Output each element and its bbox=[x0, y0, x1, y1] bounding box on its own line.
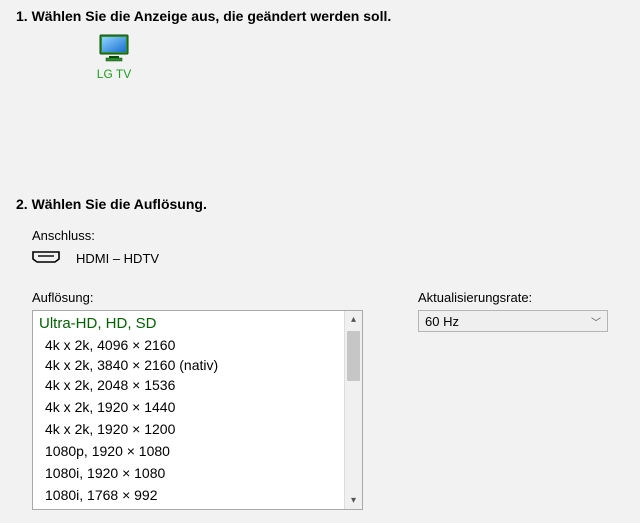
resolution-item[interactable]: 1080p, 1680 × 1050 bbox=[33, 506, 344, 509]
resolution-listbox[interactable]: Ultra-HD, HD, SD 4k x 2k, 4096 × 2160 4k… bbox=[32, 310, 363, 510]
resolution-item-selected[interactable]: 4k x 2k, 3840 × 2160 (nativ) bbox=[33, 356, 344, 374]
connection-row: HDMI – HDTV bbox=[32, 250, 159, 267]
resolution-group-header: Ultra-HD, HD, SD bbox=[33, 311, 344, 334]
resolution-item[interactable]: 1080i, 1920 × 1080 bbox=[33, 462, 344, 484]
resolution-item[interactable]: 4k x 2k, 2048 × 1536 bbox=[33, 374, 344, 396]
display-tile-lgtv[interactable]: LG TV bbox=[84, 34, 144, 81]
step1-heading: 1. Wählen Sie die Anzeige aus, die geänd… bbox=[16, 8, 391, 24]
scroll-thumb[interactable] bbox=[347, 331, 360, 381]
display-settings-panel: 1. Wählen Sie die Anzeige aus, die geänd… bbox=[0, 0, 640, 523]
resolution-item[interactable]: 4k x 2k, 1920 × 1200 bbox=[33, 418, 344, 440]
scroll-up-icon[interactable]: ▴ bbox=[345, 311, 362, 328]
step2-heading: 2. Wählen Sie die Auflösung. bbox=[16, 196, 207, 212]
connection-value: HDMI – HDTV bbox=[76, 251, 159, 266]
refresh-rate-label: Aktualisierungsrate: bbox=[418, 290, 532, 305]
resolution-list[interactable]: Ultra-HD, HD, SD 4k x 2k, 4096 × 2160 4k… bbox=[33, 311, 344, 509]
resolution-scrollbar[interactable]: ▴ ▾ bbox=[344, 311, 362, 509]
refresh-rate-combobox[interactable]: 60 Hz ﹀ bbox=[418, 310, 608, 332]
scroll-down-icon[interactable]: ▾ bbox=[345, 492, 362, 509]
resolution-label: Auflösung: bbox=[32, 290, 93, 305]
refresh-rate-value: 60 Hz bbox=[425, 314, 459, 329]
resolution-item[interactable]: 4k x 2k, 1920 × 1440 bbox=[33, 396, 344, 418]
display-tile-label: LG TV bbox=[84, 67, 144, 81]
monitor-icon bbox=[99, 50, 129, 65]
resolution-item[interactable]: 1080p, 1920 × 1080 bbox=[33, 440, 344, 462]
chevron-down-icon: ﹀ bbox=[591, 314, 601, 329]
resolution-item[interactable]: 1080i, 1768 × 992 bbox=[33, 484, 344, 506]
resolution-item[interactable]: 4k x 2k, 4096 × 2160 bbox=[33, 334, 344, 356]
hdmi-icon bbox=[32, 250, 60, 267]
connection-label: Anschluss: bbox=[32, 228, 95, 243]
